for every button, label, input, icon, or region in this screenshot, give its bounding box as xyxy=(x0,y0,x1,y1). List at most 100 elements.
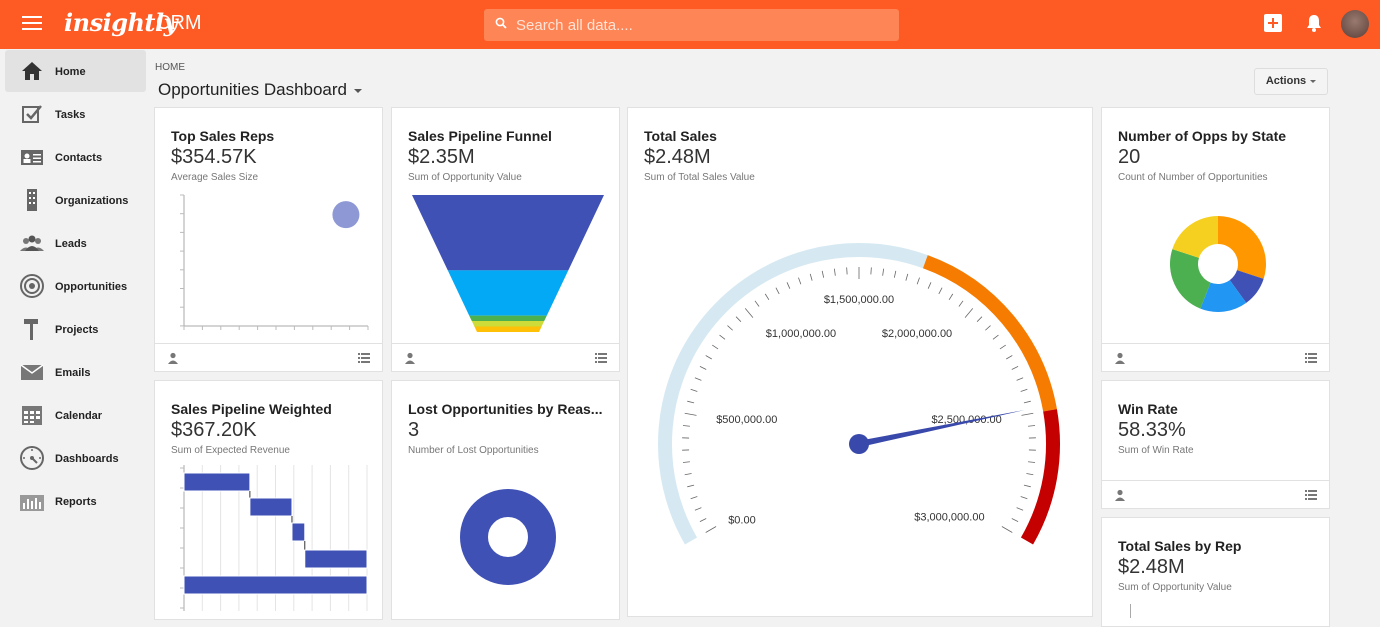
gauge-tick xyxy=(685,474,692,475)
card-sales-pipeline-funnel[interactable]: Sales Pipeline Funnel $2.35M Sum of Oppo… xyxy=(391,107,620,372)
list-icon[interactable] xyxy=(1305,489,1317,501)
sidebar: Home Tasks Contacts Organizations xyxy=(0,49,146,614)
global-search[interactable] xyxy=(484,9,899,41)
card-top-sales-reps[interactable]: Top Sales Reps $354.57K Average Sales Si… xyxy=(154,107,383,372)
gauge-tick xyxy=(1024,401,1031,403)
card-value: $367.20K xyxy=(171,419,257,442)
sidebar-item-tasks[interactable]: Tasks xyxy=(5,93,146,135)
gauge-needle-pivot xyxy=(849,434,869,454)
chart-axis xyxy=(1130,604,1131,618)
waterfall-bar[interactable] xyxy=(184,473,250,491)
gauge-chart: $0.00$500,000.00$1,000,000.00$1,500,000.… xyxy=(628,218,1093,578)
sidebar-item-label: Organizations xyxy=(55,195,128,207)
card-sales-pipeline-weighted[interactable]: Sales Pipeline Weighted $367.20K Sum of … xyxy=(154,380,383,620)
search-input[interactable] xyxy=(516,9,886,41)
sidebar-item-reports[interactable]: Reports xyxy=(5,480,146,522)
page-title: Opportunities Dashboard xyxy=(158,80,347,99)
gauge-tick-label: $2,500,000.00 xyxy=(931,414,1001,426)
calendar-icon xyxy=(19,403,45,427)
funnel-stage[interactable] xyxy=(472,321,544,327)
card-value: $2.48M xyxy=(1118,556,1185,579)
scatter-point[interactable] xyxy=(332,201,359,228)
home-icon xyxy=(19,59,45,83)
gauge-tick xyxy=(706,527,716,533)
sidebar-item-calendar[interactable]: Calendar xyxy=(5,394,146,436)
gauge-tick xyxy=(736,317,741,322)
waterfall-bar[interactable] xyxy=(292,523,305,541)
list-icon[interactable] xyxy=(595,352,607,364)
actions-label: Actions xyxy=(1266,75,1306,87)
gauge-tick xyxy=(712,345,718,349)
sidebar-item-home[interactable]: Home xyxy=(5,50,146,92)
contact-card-icon xyxy=(19,145,45,169)
sidebar-item-projects[interactable]: Projects xyxy=(5,308,146,350)
card-subtitle: Count of Number of Opportunities xyxy=(1118,172,1268,183)
building-icon xyxy=(19,188,45,212)
card-title: Lost Opportunities by Reas... xyxy=(408,401,602,417)
funnel-stage[interactable] xyxy=(448,270,569,315)
user-icon[interactable] xyxy=(1114,352,1126,364)
gauge-tick xyxy=(1024,485,1031,487)
gauge-tick xyxy=(685,413,697,415)
gauge-tick xyxy=(1021,497,1028,499)
user-avatar[interactable] xyxy=(1341,10,1369,38)
hamburger-menu-icon[interactable] xyxy=(22,16,42,32)
waterfall-bar[interactable] xyxy=(184,576,367,594)
sidebar-item-emails[interactable]: Emails xyxy=(5,351,146,393)
add-new-icon[interactable] xyxy=(1263,13,1283,33)
card-value: $2.48M xyxy=(644,146,711,169)
funnel-stage[interactable] xyxy=(469,316,547,321)
waterfall-bar[interactable] xyxy=(305,550,367,568)
sidebar-item-contacts[interactable]: Contacts xyxy=(5,136,146,178)
gauge-tick-label: $2,000,000.00 xyxy=(882,328,952,340)
card-lost-opportunities[interactable]: Lost Opportunities by Reas... 3 Number o… xyxy=(391,380,620,620)
card-value: 20 xyxy=(1118,146,1140,169)
user-icon[interactable] xyxy=(1114,489,1126,501)
app-name: CRM xyxy=(156,12,202,35)
dashboard-selector[interactable]: Opportunities Dashboard xyxy=(158,80,362,100)
gauge-tick xyxy=(691,497,698,499)
sidebar-item-leads[interactable]: Leads xyxy=(5,222,146,264)
gauge-tick xyxy=(906,274,908,281)
bar-chart-icon xyxy=(19,489,45,513)
chevron-down-icon xyxy=(1310,80,1316,83)
card-subtitle: Sum of Opportunity Value xyxy=(408,172,522,183)
sidebar-item-label: Home xyxy=(55,66,86,78)
gauge-tick xyxy=(1012,519,1018,522)
sidebar-item-dashboards[interactable]: Dashboards xyxy=(5,437,146,479)
card-value: $354.57K xyxy=(171,146,257,169)
actions-button[interactable]: Actions xyxy=(1254,68,1328,95)
card-total-sales-by-rep[interactable]: Total Sales by Rep $2.48M Sum of Opportu… xyxy=(1101,517,1330,627)
gauge-tick xyxy=(1028,462,1035,463)
card-footer xyxy=(392,343,619,371)
sidebar-item-label: Contacts xyxy=(55,152,102,164)
card-opps-by-state[interactable]: Number of Opps by State 20 Count of Numb… xyxy=(1101,107,1330,372)
card-total-sales[interactable]: Total Sales $2.48M Sum of Total Sales Va… xyxy=(627,107,1093,617)
gauge-tick-label: $1,500,000.00 xyxy=(824,294,894,306)
funnel-stage[interactable] xyxy=(474,327,541,333)
card-footer xyxy=(1102,343,1329,371)
card-subtitle: Sum of Win Rate xyxy=(1118,445,1194,456)
sidebar-item-label: Dashboards xyxy=(55,453,119,465)
list-icon[interactable] xyxy=(358,352,370,364)
notifications-bell-icon[interactable] xyxy=(1304,13,1324,33)
list-icon[interactable] xyxy=(1305,352,1317,364)
sidebar-item-opportunities[interactable]: Opportunities xyxy=(5,265,146,307)
funnel-stage[interactable] xyxy=(412,195,604,270)
user-icon[interactable] xyxy=(167,352,179,364)
donut-slice[interactable] xyxy=(1218,216,1266,279)
search-icon xyxy=(495,17,507,29)
gauge-tick xyxy=(993,335,999,339)
sidebar-item-organizations[interactable]: Organizations xyxy=(5,179,146,221)
gauge-tick xyxy=(798,278,800,285)
gauge-tick-label: $1,000,000.00 xyxy=(766,328,836,340)
chevron-down-icon xyxy=(354,89,362,93)
waterfall-bar[interactable] xyxy=(250,498,292,516)
card-title: Number of Opps by State xyxy=(1118,128,1286,144)
donut-slice[interactable] xyxy=(474,503,542,571)
breadcrumb[interactable]: HOME xyxy=(155,62,185,73)
card-title: Total Sales xyxy=(644,128,717,144)
card-win-rate[interactable]: Win Rate 58.33% Sum of Win Rate xyxy=(1101,380,1330,509)
gauge-tick xyxy=(695,508,701,511)
user-icon[interactable] xyxy=(404,352,416,364)
